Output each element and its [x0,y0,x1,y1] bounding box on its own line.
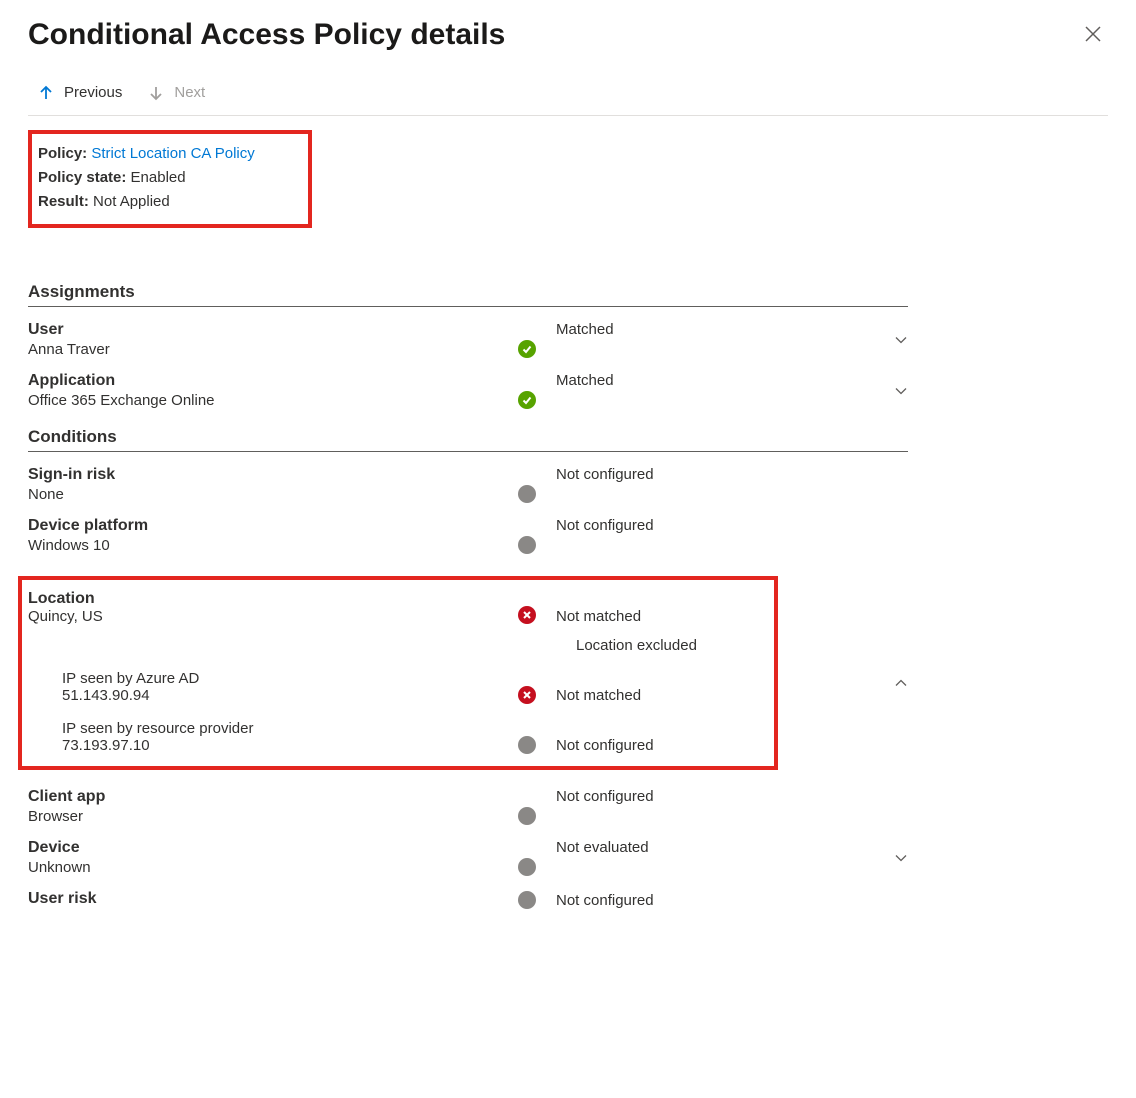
close-button[interactable] [1078,19,1108,52]
application-status: Matched [548,372,878,389]
location-status: Not matched [548,608,764,625]
next-label: Next [174,84,205,101]
location-value: Quincy, US [28,608,518,625]
next-button: Next [148,84,205,101]
dot-icon [518,807,536,825]
conditions-heading: Conditions [28,427,908,452]
x-icon [518,686,536,704]
ip-azure-value: 51.143.90.94 [62,687,518,704]
user-label: User [28,321,518,339]
policy-link[interactable]: Strict Location CA Policy [91,145,254,162]
application-label: Application [28,372,518,390]
close-icon [1084,31,1102,46]
chevron-down-icon[interactable] [894,384,908,398]
dot-icon [518,485,536,503]
client-app-value: Browser [28,808,518,825]
signin-risk-label: Sign-in risk [28,466,518,484]
policy-state-label: Policy state: [38,169,126,186]
arrow-up-icon [38,85,54,101]
policy-label: Policy: [38,145,87,162]
user-status: Matched [548,321,878,338]
previous-label: Previous [64,84,122,101]
result-value: Not Applied [93,193,170,210]
device-value: Unknown [28,859,518,876]
check-icon [518,391,536,409]
ip-rp-label: IP seen by resource provider [62,720,518,737]
policy-state-value: Enabled [131,169,186,186]
location-highlight: Location Quincy, US Not matched Location [18,576,778,770]
ip-azure-status: Not matched [548,687,764,704]
device-platform-label: Device platform [28,517,518,535]
chevron-down-icon[interactable] [894,333,908,347]
user-risk-status: Not configured [548,892,878,909]
user-risk-label: User risk [28,890,518,908]
device-status: Not evaluated [548,839,878,856]
dot-icon [518,736,536,754]
client-app-label: Client app [28,788,518,806]
check-icon [518,340,536,358]
dot-icon [518,536,536,554]
signin-risk-value: None [28,486,518,503]
previous-button[interactable]: Previous [38,84,122,101]
assignments-heading: Assignments [28,282,908,307]
chevron-up-icon[interactable] [894,676,908,690]
ip-rp-status: Not configured [548,737,764,754]
client-app-status: Not configured [548,788,878,805]
x-icon [518,606,536,624]
user-value: Anna Traver [28,341,518,358]
device-platform-value: Windows 10 [28,537,518,554]
location-label: Location [28,590,518,608]
dot-icon [518,858,536,876]
dot-icon [518,891,536,909]
device-platform-status: Not configured [548,517,878,534]
ip-azure-label: IP seen by Azure AD [62,670,518,687]
location-note: Location excluded [548,637,764,654]
chevron-down-icon[interactable] [894,851,908,865]
application-value: Office 365 Exchange Online [28,392,518,409]
device-label: Device [28,839,518,857]
page-title: Conditional Access Policy details [28,18,505,52]
result-label: Result: [38,193,89,210]
signin-risk-status: Not configured [548,466,878,483]
policy-summary-highlight: Policy: Strict Location CA Policy Policy… [28,130,312,228]
ip-rp-value: 73.193.97.10 [62,737,518,754]
arrow-down-icon [148,85,164,101]
